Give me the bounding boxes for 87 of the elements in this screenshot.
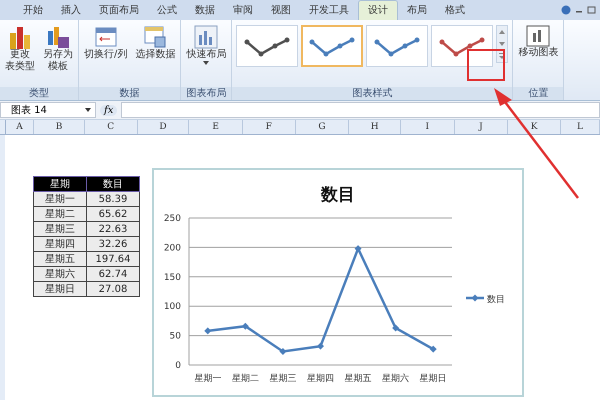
column-header[interactable]: B xyxy=(34,120,85,134)
column-header[interactable]: L xyxy=(560,120,600,134)
restore-icon[interactable] xyxy=(587,5,596,15)
ribbon-tab[interactable]: 设计 xyxy=(358,0,398,20)
ribbon-tab[interactable]: 开始 xyxy=(14,1,52,20)
y-tick-label: 200 xyxy=(164,243,181,254)
table-cell: 星期一 xyxy=(34,192,86,206)
table-cell: 星期二 xyxy=(34,206,86,222)
x-tick-label: 星期六 xyxy=(382,374,410,384)
ribbon-button[interactable]: 更改 表类型 xyxy=(2,23,38,75)
ribbon-tab[interactable]: 格式 xyxy=(436,1,474,20)
select-data-icon xyxy=(143,25,168,49)
x-tick-label: 星期四 xyxy=(307,374,334,384)
data-point xyxy=(204,327,212,334)
data-point xyxy=(430,346,437,353)
data-point xyxy=(392,324,400,332)
legend-label: 数目 xyxy=(487,295,505,305)
data-point xyxy=(354,245,362,252)
ribbon-button[interactable]: 选择数据 xyxy=(132,23,178,63)
group-label: 图表布局 xyxy=(181,87,232,100)
table-cell: 星期三 xyxy=(34,222,86,236)
column-header[interactable]: I xyxy=(400,120,455,134)
table-cell: 62.74 xyxy=(86,266,140,282)
y-tick-label: 250 xyxy=(164,214,181,224)
highlight-frame xyxy=(467,49,505,81)
chart-style-option[interactable] xyxy=(301,25,364,67)
formula-input[interactable] xyxy=(121,102,600,118)
table-switch-icon xyxy=(94,25,118,49)
column-header[interactable]: K xyxy=(508,120,561,134)
ribbon-tab[interactable]: 公式 xyxy=(148,1,186,20)
table-cell: 58.39 xyxy=(86,192,140,206)
function-label[interactable]: fx xyxy=(100,104,118,116)
data-point xyxy=(317,342,324,350)
ribbon-button[interactable]: 移动图表 xyxy=(515,23,562,61)
data-point xyxy=(279,348,286,355)
group-label: 类型 xyxy=(0,87,78,100)
column-header[interactable]: F xyxy=(242,120,296,134)
table-cell: 27.08 xyxy=(86,282,140,296)
ribbon-tab[interactable]: 数据 xyxy=(186,1,224,20)
table-cell: 32.26 xyxy=(86,236,140,252)
x-tick-label: 星期二 xyxy=(232,374,259,384)
column-header[interactable]: J xyxy=(454,120,508,134)
y-tick-label: 100 xyxy=(164,302,181,312)
column-header[interactable]: D xyxy=(138,120,190,134)
y-tick-label: 0 xyxy=(175,361,181,371)
x-tick-label: 星期日 xyxy=(420,374,447,384)
chart-title: 数目 xyxy=(321,185,355,205)
x-tick-label: 星期三 xyxy=(269,374,296,384)
chart-save-icon xyxy=(46,25,70,49)
table-cell: 197.64 xyxy=(86,252,140,266)
chart-style-option[interactable] xyxy=(431,25,494,67)
chart-style-option[interactable] xyxy=(366,25,428,67)
x-tick-label: 星期五 xyxy=(344,374,372,384)
table-cell: 22.63 xyxy=(86,222,140,236)
ribbon-button[interactable]: 切换行/列 xyxy=(81,23,130,63)
table-cell: 星期五 xyxy=(34,252,86,266)
name-box[interactable]: 图表 14 xyxy=(0,102,96,118)
column-header[interactable]: A xyxy=(6,120,34,134)
ribbon-button[interactable]: 快速布局 xyxy=(183,23,230,67)
ribbon-tab[interactable]: 视图 xyxy=(262,1,300,20)
ribbon-tab[interactable]: 布局 xyxy=(398,1,436,20)
table-header-cell: 星期 xyxy=(34,176,86,192)
group-label: 位置 xyxy=(513,87,564,100)
table-cell: 65.62 xyxy=(86,206,140,222)
move-chart-icon xyxy=(526,25,550,47)
ribbon-tab[interactable]: 插入 xyxy=(52,1,90,20)
data-point xyxy=(242,322,249,330)
y-tick-label: 50 xyxy=(170,332,181,342)
chart-layout-icon xyxy=(194,25,218,49)
column-header[interactable]: C xyxy=(84,120,138,134)
x-tick-label: 星期一 xyxy=(194,374,222,384)
table-cell: 星期六 xyxy=(34,266,86,282)
group-label: 数据 xyxy=(79,87,180,100)
ribbon-button[interactable]: 另存为 模板 xyxy=(40,23,76,75)
bar-chart-icon xyxy=(8,25,32,49)
y-tick-label: 150 xyxy=(164,272,181,283)
column-header[interactable]: G xyxy=(296,120,350,134)
ribbon-tab[interactable]: 审阅 xyxy=(224,1,262,20)
table-cell: 星期日 xyxy=(34,282,86,296)
group-label: 图表样式 xyxy=(232,87,512,100)
column-header[interactable]: H xyxy=(349,120,401,134)
table-cell: 星期四 xyxy=(34,236,86,252)
ribbon-tab[interactable]: 页面布局 xyxy=(90,1,148,20)
chart-style-option[interactable] xyxy=(236,25,298,67)
table-header-cell: 数目 xyxy=(86,176,140,192)
column-header[interactable]: E xyxy=(189,120,243,134)
ribbon-tab[interactable]: 开发工具 xyxy=(300,1,358,20)
